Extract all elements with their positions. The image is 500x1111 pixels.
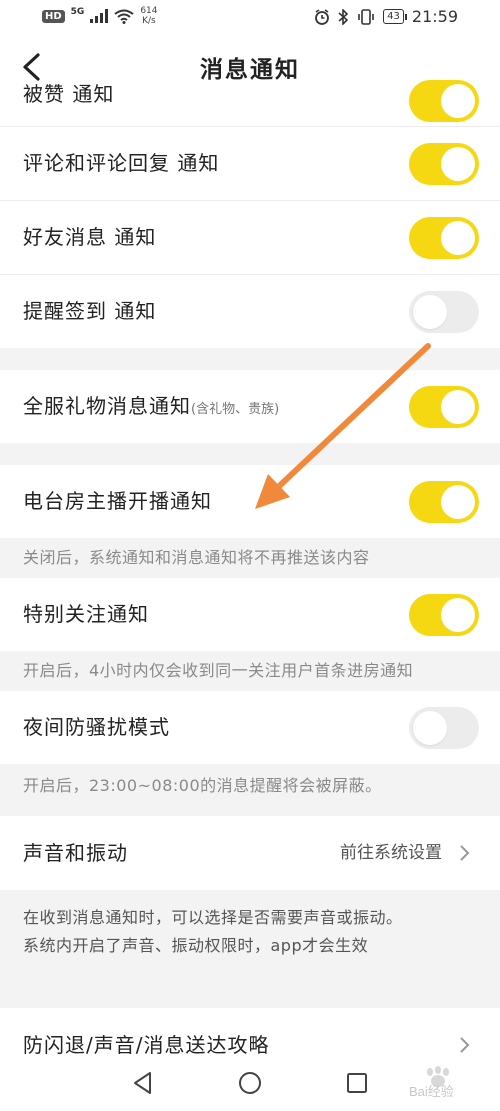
hd-badge: HD — [42, 9, 65, 23]
setting-note: 关闭后，系统通知和消息通知将不再推送该内容 — [0, 538, 500, 578]
sound-note: 在收到消息通知时，可以选择是否需要声音或振动。 系统内开启了声音、振动权限时，a… — [0, 890, 500, 978]
setting-row-checkin-reminder: 提醒签到 通知 — [0, 275, 500, 348]
status-bar: HD 5G 614 K/s 43 21:59 — [0, 0, 500, 34]
triangle-back-icon[interactable] — [130, 1070, 156, 1096]
setting-label: 电台房主播开播通知 — [23, 489, 212, 513]
section-gap — [0, 808, 500, 816]
toggle-knob — [441, 485, 475, 519]
net-speed-value: 614 — [140, 6, 158, 16]
bluetooth-icon — [338, 8, 349, 25]
chevron-right-icon — [460, 845, 470, 861]
baidu-jingyan-watermark: Bai经验 — [408, 1064, 478, 1100]
clock: 21:59 — [411, 7, 458, 26]
chevron-right-icon — [460, 1037, 470, 1053]
radio-host-live-toggle[interactable] — [409, 481, 479, 523]
settings-list: 被赞 通知 评论和评论回复 通知 好友消息 通知 提醒签到 通知 全服礼物消息通… — [0, 80, 500, 1082]
setting-label: 全服礼物消息通知(含礼物、贵族) — [23, 370, 279, 446]
section-gap — [0, 978, 500, 1008]
toggle-knob — [441, 598, 475, 632]
battery-icon: 43 — [383, 9, 407, 24]
friend-messages-toggle[interactable] — [409, 217, 479, 259]
special-follow-toggle[interactable] — [409, 594, 479, 636]
net-speed-unit: K/s — [142, 16, 156, 26]
setting-label: 被赞 通知 — [23, 82, 115, 106]
likes-toggle[interactable] — [409, 80, 479, 122]
sound-note-line-2: 系统内开启了声音、振动权限时，app才会生效 — [23, 936, 369, 955]
toggle-knob — [441, 390, 475, 424]
setting-label-sub: (含礼物、贵族) — [191, 402, 280, 417]
toggle-knob — [441, 84, 475, 118]
watermark-text: Bai经验 — [409, 1084, 454, 1099]
setting-row-likes: 被赞 通知 — [0, 80, 500, 127]
comments-toggle[interactable] — [409, 143, 479, 185]
setting-label-main: 全服礼物消息通知 — [23, 394, 191, 418]
go-to-system-settings: 前往系统设置 — [340, 843, 442, 863]
square-recent-icon[interactable] — [344, 1070, 370, 1096]
setting-label: 好友消息 通知 — [23, 225, 157, 249]
toggle-knob — [441, 221, 475, 255]
signal-icon — [90, 9, 109, 23]
network-type: 5G — [70, 7, 85, 17]
night-dnd-toggle[interactable] — [409, 707, 479, 749]
setting-row-special-follow: 特别关注通知 — [0, 578, 500, 651]
section-gap — [0, 348, 500, 370]
server-gifts-toggle[interactable] — [409, 386, 479, 428]
setting-label: 评论和评论回复 通知 — [23, 151, 220, 175]
setting-row-radio-host-live: 电台房主播开播通知 — [0, 465, 500, 538]
alarm-icon — [315, 8, 330, 25]
setting-row-friend-messages: 好友消息 通知 — [0, 201, 500, 275]
sound-note-line-1: 在收到消息通知时，可以选择是否需要声音或振动。 — [23, 908, 403, 927]
setting-note: 开启后，23:00~08:00的消息提醒将会被屏蔽。 — [0, 764, 500, 808]
setting-row-comments: 评论和评论回复 通知 — [0, 127, 500, 201]
wifi-icon — [114, 9, 134, 24]
setting-label: 夜间防骚扰模式 — [23, 715, 170, 739]
circle-home-icon[interactable] — [237, 1070, 263, 1096]
section-gap — [0, 443, 500, 465]
setting-row-night-dnd: 夜间防骚扰模式 — [0, 691, 500, 764]
toggle-knob — [441, 147, 475, 181]
setting-row-server-gifts: 全服礼物消息通知(含礼物、贵族) — [0, 370, 500, 443]
sound-vibration-row[interactable]: 声音和振动 前往系统设置 — [0, 816, 500, 890]
setting-label: 提醒签到 通知 — [23, 299, 157, 323]
net-speed: 614 K/s — [140, 6, 157, 26]
status-right: 43 21:59 — [314, 7, 458, 26]
toggle-knob — [413, 711, 447, 745]
vibrate-icon — [358, 8, 374, 25]
paw-logo-icon: Bai经验 — [409, 1066, 454, 1099]
toggle-knob — [413, 295, 447, 329]
setting-label: 特别关注通知 — [23, 602, 149, 626]
checkin-reminder-toggle[interactable] — [409, 291, 479, 333]
setting-note: 开启后，4小时内仅会收到同一关注用户首条进房通知 — [0, 651, 500, 691]
setting-label: 声音和振动 — [23, 841, 128, 865]
status-left: HD 5G 614 K/s — [42, 6, 158, 26]
